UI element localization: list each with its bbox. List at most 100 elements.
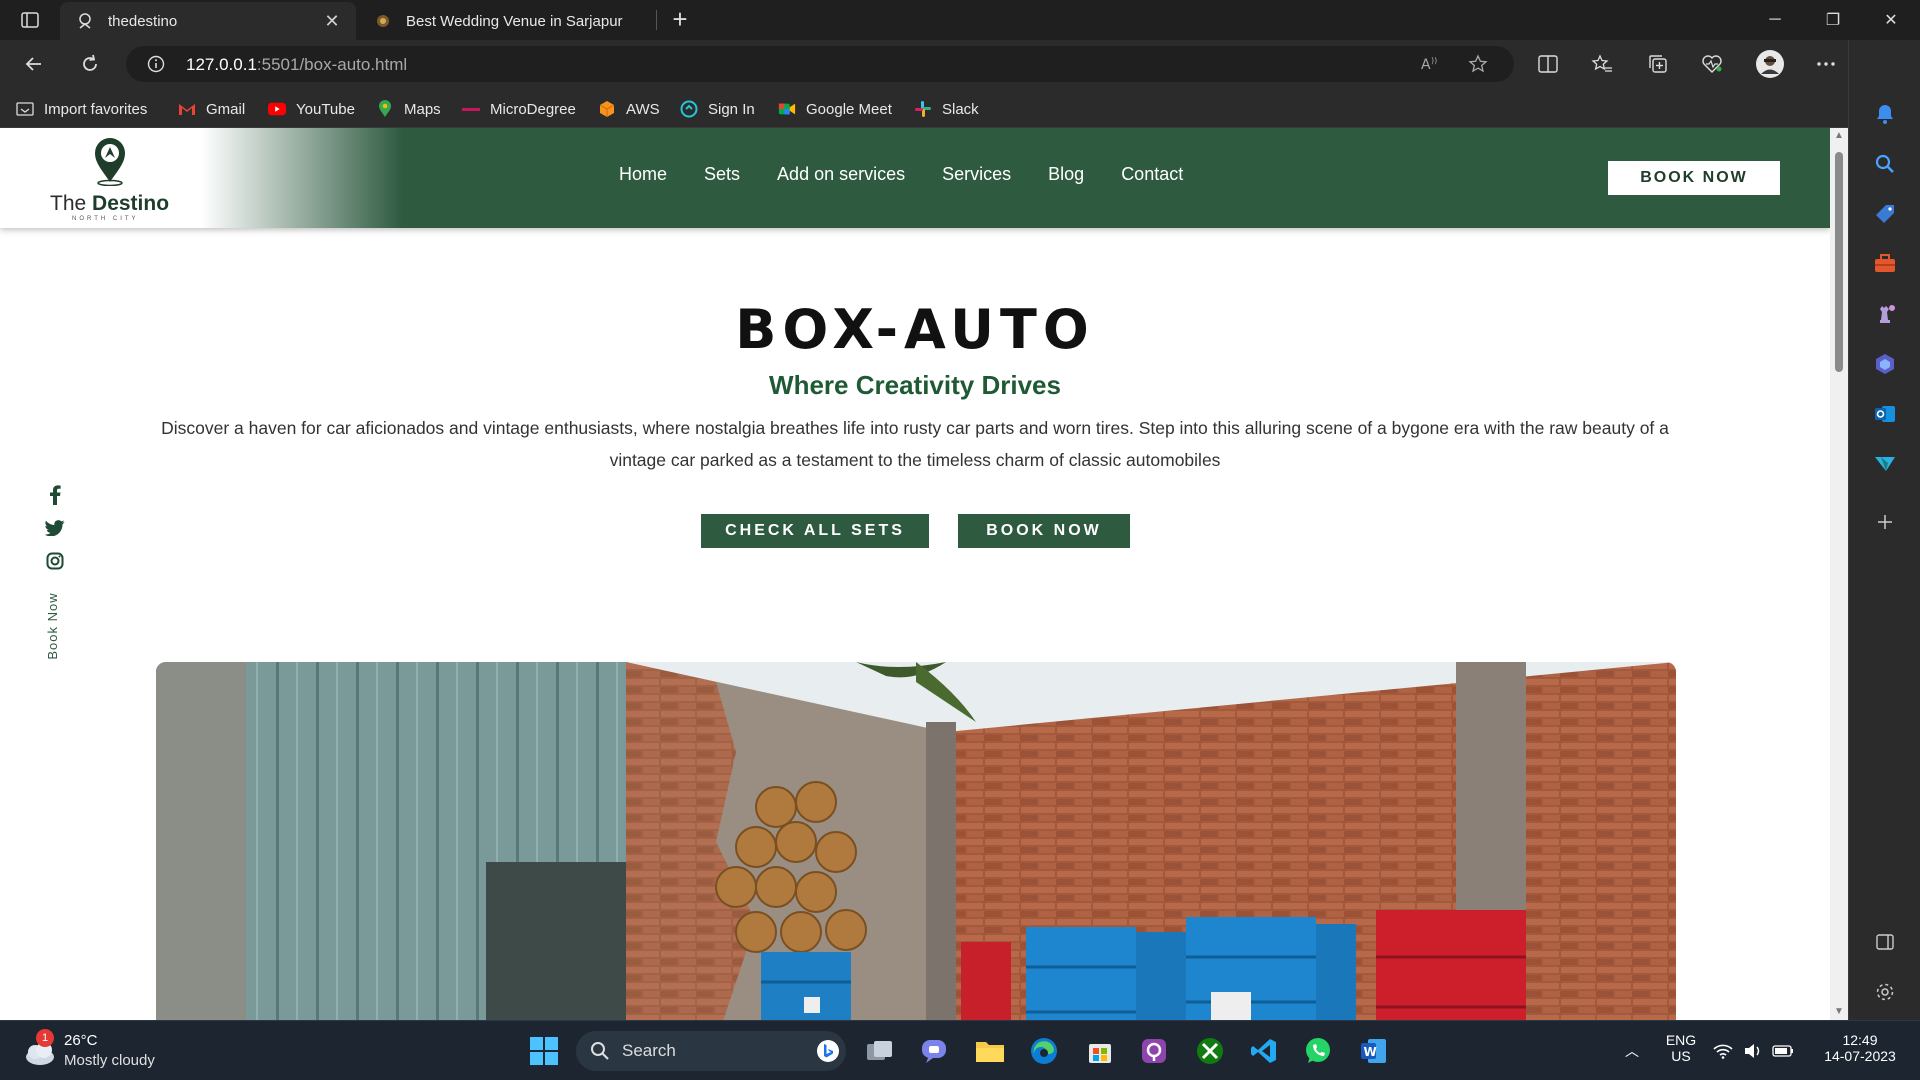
url-text[interactable]: 127.0.0.1:5501/box-auto.html [186, 55, 407, 75]
battery-icon[interactable] [1770, 1033, 1796, 1069]
shopping-tag-icon[interactable] [1871, 200, 1899, 228]
bookmark-youtube[interactable]: YouTube [268, 98, 355, 120]
tab-title: thedestino [108, 12, 178, 30]
drop-send-icon[interactable] [1871, 450, 1899, 478]
bookmark-label: Gmail [206, 100, 246, 118]
settings-gear-icon[interactable] [1871, 978, 1899, 1006]
logo-tagline: NORTH CITY [72, 216, 139, 222]
show-hidden-icons-icon[interactable]: ︿ [1614, 1033, 1650, 1069]
bookmark-label: Sign In [708, 100, 755, 118]
address-bar[interactable]: 127.0.0.1:5501/box-auto.html A)) [126, 46, 1514, 82]
outlook-icon[interactable] [1871, 400, 1899, 428]
clock-date: 14-07-2023 [1824, 1048, 1896, 1064]
file-explorer-icon[interactable] [972, 1033, 1008, 1069]
bookmark-microdegree[interactable]: MicroDegree [462, 98, 576, 120]
site-header: The Destino NORTH CITY Home Sets Add on … [0, 128, 1830, 228]
url-path: :5501/box-auto.html [256, 55, 408, 74]
youtube-icon [268, 100, 286, 118]
nav-contact[interactable]: Contact [1121, 164, 1183, 185]
input-language[interactable]: ENG US [1660, 1032, 1702, 1064]
nav-add-on-services[interactable]: Add on services [777, 164, 905, 185]
minimize-icon[interactable]: ─ [1746, 0, 1804, 40]
facebook-icon[interactable] [44, 484, 66, 506]
bookmark-sign-in[interactable]: Sign In [680, 98, 755, 120]
windows-taskbar: 1 26°C Mostly cloudy Search W ︿ ENG US 1… [0, 1020, 1920, 1080]
book-now-button[interactable]: BOOK NOW [958, 514, 1130, 548]
clock[interactable]: 12:49 14-07-2023 [1810, 1032, 1910, 1064]
header-book-now-button[interactable]: BOOK NOW [1608, 161, 1780, 195]
bookmark-aws[interactable]: AWS [598, 98, 660, 120]
restore-icon[interactable]: ❐ [1804, 0, 1862, 40]
side-book-now-link[interactable]: Book Now [45, 591, 65, 661]
collections-icon[interactable] [1644, 50, 1672, 78]
edge-browser-icon[interactable] [1026, 1033, 1062, 1069]
tab-thedestino[interactable]: thedestino ✕ [60, 2, 356, 40]
new-tab-icon[interactable]: + [666, 4, 694, 35]
teams-chat-icon[interactable] [916, 1033, 952, 1069]
games-icon[interactable] [1871, 300, 1899, 328]
xbox-icon[interactable] [1192, 1033, 1228, 1069]
nav-sets[interactable]: Sets [704, 164, 740, 185]
profile-avatar[interactable] [1754, 48, 1786, 80]
main-nav: Home Sets Add on services Services Blog … [619, 164, 1220, 185]
maps-pin-icon [376, 100, 394, 118]
site-info-icon[interactable] [146, 54, 166, 74]
tab-wedding-venue[interactable]: Best Wedding Venue in Sarjapur [358, 2, 654, 40]
search-icon[interactable] [1871, 150, 1899, 178]
bookmark-label: Slack [942, 100, 979, 118]
location-pin-logo-icon [95, 138, 125, 186]
read-aloud-icon[interactable]: A)) [1416, 50, 1444, 78]
scroll-down-arrow[interactable]: ▼ [1833, 1006, 1845, 1017]
twitter-icon[interactable] [44, 517, 66, 539]
microsoft-365-icon[interactable] [1871, 350, 1899, 378]
bookmark-maps[interactable]: Maps [376, 98, 441, 120]
tools-briefcase-icon[interactable] [1871, 250, 1899, 278]
tab-actions-icon[interactable] [12, 8, 48, 32]
instagram-icon[interactable] [44, 550, 66, 572]
taskbar-search-box[interactable]: Search [576, 1031, 846, 1071]
whatsapp-icon[interactable] [1300, 1033, 1336, 1069]
check-all-sets-button[interactable]: CHECK ALL SETS [701, 514, 929, 548]
clock-time: 12:49 [1842, 1032, 1878, 1048]
browser-essentials-icon[interactable] [1698, 50, 1726, 78]
wifi-icon[interactable] [1710, 1033, 1736, 1069]
favorite-star-icon[interactable] [1464, 50, 1492, 78]
weather-widget[interactable]: 1 26°C Mostly cloudy [22, 1029, 212, 1073]
bookmark-label: Google Meet [806, 100, 892, 118]
volume-icon[interactable] [1742, 1033, 1766, 1069]
vscode-icon[interactable] [1246, 1033, 1282, 1069]
region-code: US [1671, 1048, 1691, 1064]
import-icon [16, 100, 34, 118]
more-options-icon[interactable] [1812, 50, 1840, 78]
refresh-icon[interactable] [76, 50, 104, 78]
logo-the: The [50, 192, 93, 215]
bookmark-google-meet[interactable]: Google Meet [778, 98, 892, 120]
close-window-icon[interactable]: ✕ [1862, 0, 1920, 40]
hide-sidebar-icon[interactable] [1871, 928, 1899, 956]
favorites-icon[interactable] [1588, 50, 1616, 78]
word-icon[interactable]: W [1356, 1033, 1392, 1069]
nav-services[interactable]: Services [942, 164, 1011, 185]
svg-text:A: A [1421, 57, 1431, 73]
back-icon[interactable] [20, 50, 48, 78]
authenticator-app-icon[interactable] [1136, 1033, 1172, 1069]
start-windows-icon[interactable] [526, 1033, 562, 1069]
bookmark-import-favorites[interactable]: Import favorites [16, 98, 147, 120]
bookmark-gmail[interactable]: Gmail [178, 98, 245, 120]
bookmark-slack[interactable]: Slack [914, 98, 979, 120]
split-screen-icon[interactable] [1534, 50, 1562, 78]
nav-home[interactable]: Home [619, 164, 667, 185]
scrollbar-thumb[interactable] [1835, 152, 1843, 372]
scroll-up-arrow[interactable]: ▲ [1833, 130, 1845, 141]
bookmark-label: Import favorites [44, 100, 148, 118]
add-sidebar-app-icon[interactable] [1871, 508, 1899, 536]
microsoft-store-icon[interactable] [1082, 1033, 1118, 1069]
nav-blog[interactable]: Blog [1048, 164, 1084, 185]
close-tab-icon[interactable]: ✕ [318, 11, 346, 32]
bookmark-label: YouTube [296, 100, 355, 118]
destino-logo[interactable]: The Destino NORTH CITY [48, 136, 178, 222]
task-view-icon[interactable] [862, 1033, 898, 1069]
page-scrollbar[interactable]: ▲ ▼ [1830, 128, 1848, 1020]
notifications-bell-icon[interactable] [1871, 100, 1899, 128]
search-icon [591, 1042, 609, 1060]
